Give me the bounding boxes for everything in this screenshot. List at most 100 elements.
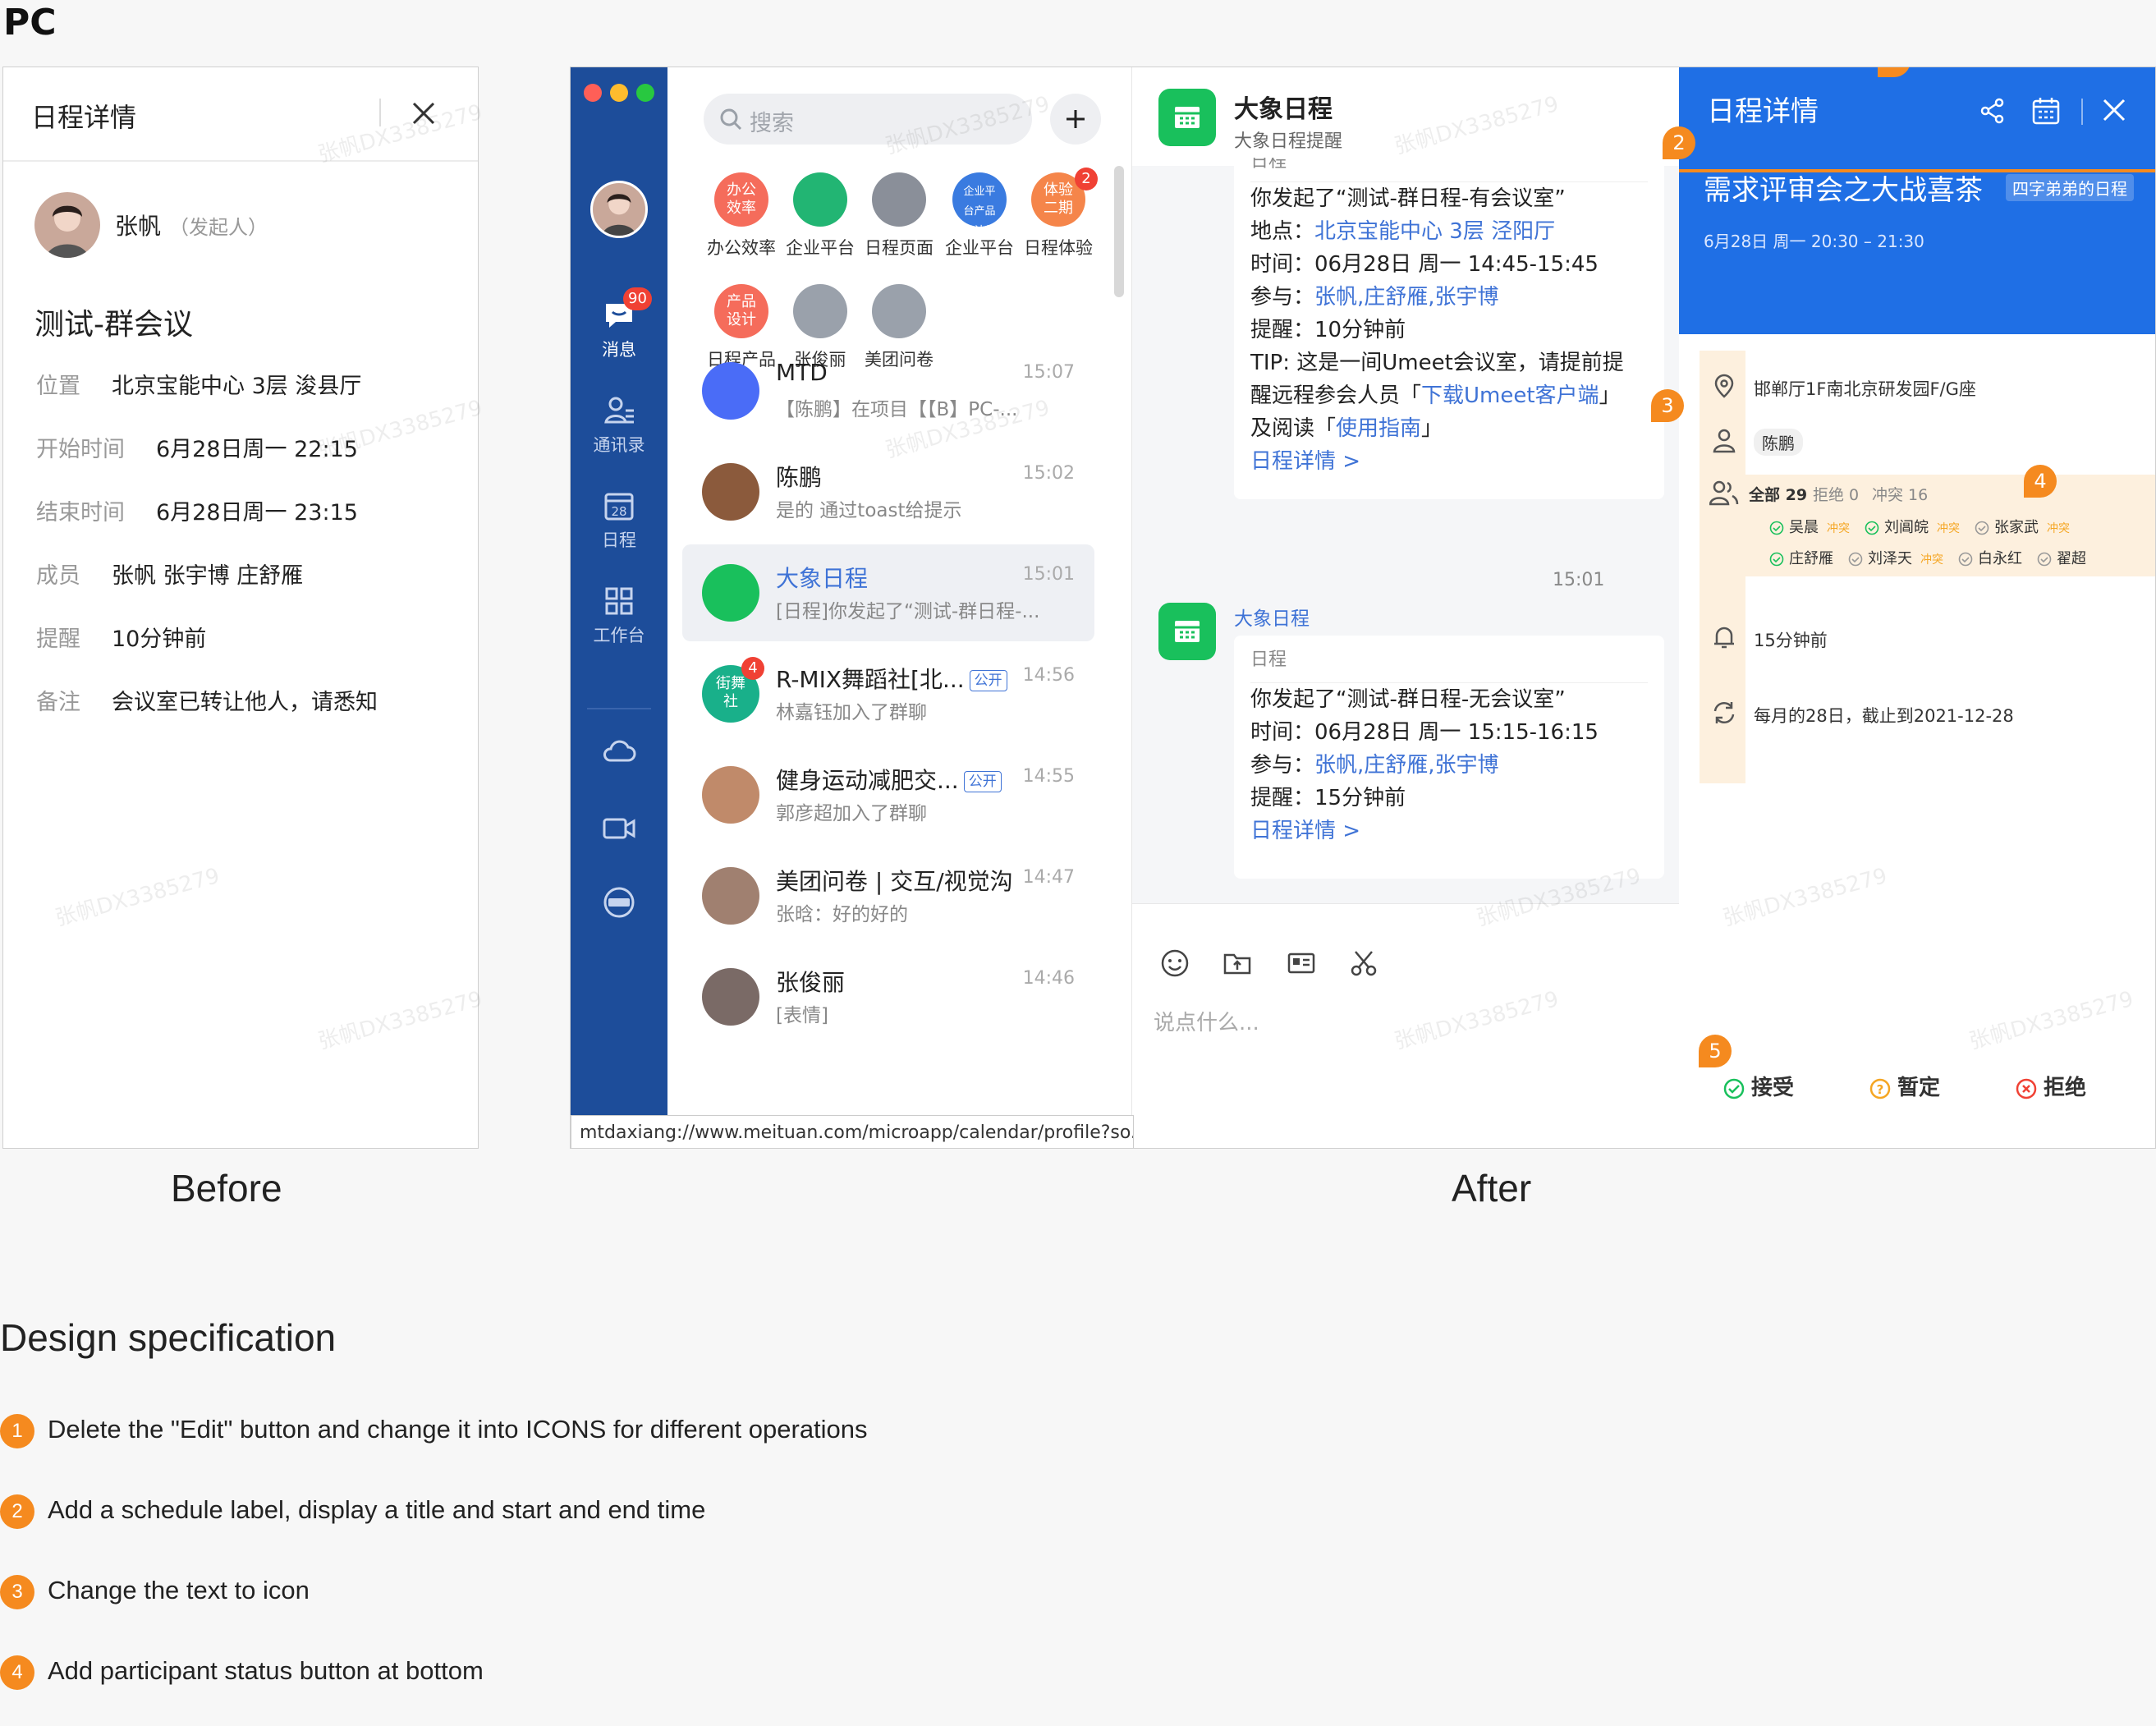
attendees-link[interactable]: 张帆,庄舒雁,张宇博 [1314, 285, 1499, 310]
chat-item[interactable]: 美团问卷 | 交互/视觉沟... 张晗：好的好的 14:47 [682, 847, 1094, 944]
organizer-row: 陈鹏 [1700, 427, 2155, 468]
app-icon[interactable] [793, 172, 847, 227]
chat-item[interactable]: 陈鹏 是的 通过toast给提示 15:02 [682, 443, 1094, 540]
app-label[interactable]: 企业平台 [938, 235, 1021, 259]
chat-avatar [702, 362, 759, 420]
guide-link[interactable]: 使用指南 [1336, 416, 1421, 441]
participant-list-row: 庄舒雁 刘泽天 冲突 白永红 翟超 [1769, 547, 2101, 568]
chat-item[interactable]: 大象日程 [日程]你发起了“测试-群日程-... 15:01 [682, 544, 1094, 641]
participant-chip[interactable]: 白永红 [1958, 547, 2022, 568]
count-all[interactable]: 全部 29 [1749, 483, 1807, 505]
chat-time: 15:02 [1022, 463, 1075, 484]
vpn-icon[interactable] [602, 885, 636, 920]
organizer-name: 张帆 [115, 213, 162, 240]
organizer-chip[interactable]: 陈鹏 [1754, 429, 1803, 456]
attendees-label: 参与： [1250, 753, 1315, 778]
location-link[interactable]: 北京宝能中心 3层 泾阳厅 [1314, 219, 1555, 244]
chat-preview: [表情] [776, 1005, 828, 1026]
app-label[interactable]: 日程体验 [1017, 235, 1099, 259]
rail-item-contacts[interactable]: 通讯录 [571, 394, 667, 457]
chat-name-text: 美团问卷 | 交互/视觉沟... [776, 868, 1014, 895]
search-icon [720, 108, 742, 131]
emoji-icon[interactable] [1160, 948, 1190, 978]
chat-avatar [702, 564, 759, 622]
app-icon[interactable] [872, 284, 926, 338]
decline-button[interactable]: 拒绝 [2016, 1071, 2086, 1101]
participant-chip[interactable]: 刘泽天 冲突 [1848, 547, 1943, 568]
status-url: mtdaxiang://www.meituan.com/microapp/cal… [571, 1115, 1134, 1148]
search-input[interactable]: 搜索 [704, 94, 1032, 145]
share-icon[interactable] [1979, 97, 2007, 125]
card-line: 时间：06月28日 周一 14:45-15:45 [1250, 252, 1599, 277]
count-conflict[interactable]: 冲突 16 [1872, 483, 1928, 505]
participant-chip[interactable]: 吴晨 冲突 [1769, 516, 1850, 537]
app-icon[interactable]: 产品 设计 [714, 284, 768, 338]
download-link[interactable]: 下载Umeet客户端 [1421, 383, 1599, 408]
chat-item[interactable]: 张俊丽 [表情] 14:46 [682, 948, 1094, 1045]
participant-chip[interactable]: 刘阊皖 冲突 [1865, 516, 1960, 537]
close-window-dot[interactable] [584, 84, 602, 102]
participant-chip[interactable]: 张家武 冲突 [1975, 516, 2070, 537]
spec-item: 1 Delete the "Edit" button and change it … [0, 1414, 868, 1448]
row-label: 结束时间 [36, 500, 125, 526]
app-label[interactable]: 办公效率 [700, 235, 782, 259]
organizer-role: （发起人） [169, 216, 268, 239]
scissors-icon[interactable] [1349, 948, 1378, 978]
app-icon[interactable]: 办公 效率 [714, 172, 768, 227]
rail-item-calendar[interactable]: 28 日程 [571, 489, 667, 552]
zoom-window-dot[interactable] [636, 84, 654, 102]
video-icon[interactable] [602, 811, 636, 846]
scrollbar[interactable] [1114, 166, 1124, 297]
chat-time: 14:46 [1022, 968, 1075, 989]
chat-time: 14:47 [1022, 867, 1075, 888]
row-label: 备注 [36, 690, 80, 715]
annotation-marker: 4 [2024, 465, 2057, 498]
location-text: 邯郸厅1F南北京研发园F/G座 [1754, 379, 1976, 399]
tentative-button[interactable]: ? 暂定 [1869, 1071, 1940, 1101]
cloud-icon[interactable] [602, 734, 636, 769]
app-icon[interactable]: 企业平 台产品 设计组 [952, 172, 1007, 237]
card-icon[interactable] [1287, 948, 1316, 978]
schedule-detail-link[interactable]: 日程详情 > [1250, 445, 1648, 478]
close-icon[interactable] [407, 97, 440, 130]
folder-icon[interactable] [1222, 948, 1252, 978]
app-label[interactable]: 日程页面 [858, 235, 940, 259]
watermark: 张帆DX3385279 [315, 986, 485, 1055]
chat-name: 陈鹏 [776, 460, 1014, 493]
chat-item[interactable]: 街舞 社 4 R-MIX舞蹈社[北... 公开 林嘉钰加入了群聊 14:56 [682, 645, 1094, 742]
chat-item[interactable]: 健身运动减肥交... 公开 郭彦超加入了群聊 14:55 [682, 746, 1094, 843]
participant-name: 张家武 [1994, 519, 2039, 536]
add-button[interactable] [1050, 94, 1101, 145]
rail-item-workbench[interactable]: 工作台 [571, 585, 667, 647]
app-label[interactable]: 企业平台 [779, 235, 861, 259]
count-reject[interactable]: 拒绝 0 [1813, 483, 1859, 505]
detail-row: 开始时间 6月28日周一 22:15 [36, 431, 358, 463]
calendar-icon[interactable] [2030, 95, 2062, 126]
participant-chip[interactable]: 庄舒雁 [1769, 547, 1833, 568]
app-icon[interactable] [793, 284, 847, 338]
chat-time: 15:01 [1022, 564, 1075, 585]
schedule-card: 日程 你发起了“测试-群日程-无会议室” 时间：06月28日 周一 15:15-… [1234, 636, 1664, 879]
search-placeholder: 搜索 [750, 111, 794, 136]
minimize-window-dot[interactable] [610, 84, 628, 102]
nav-rail: 消息 90 通讯录 28 日程 工作台 [571, 67, 667, 1148]
close-icon[interactable] [2099, 95, 2129, 125]
schedule-detail-panel: 日程详情 需求评审会之大战喜茶 四字弟弟的日程 6月28日 周一 20:30 –… [1679, 67, 2155, 1148]
message-input[interactable]: 说点什么... [1154, 1006, 1259, 1036]
spec-text: Add participant status button at bottom [48, 1656, 484, 1686]
chat-item[interactable]: MTD 【陈鹏】在项目【【B】PC-... 15:07 [682, 342, 1094, 439]
accept-button[interactable]: 接受 [1723, 1071, 1794, 1101]
spec-text: Add a schedule label, display a title an… [48, 1495, 706, 1525]
schedule-detail-link[interactable]: 日程详情 > [1250, 815, 1648, 847]
app-icon[interactable] [872, 172, 926, 227]
conflict-tag: 冲突 [1827, 522, 1850, 535]
rail-item-messages[interactable]: 消息 90 [571, 287, 667, 361]
chat-name-text: 健身运动减肥交... [776, 767, 959, 794]
participant-chip[interactable]: 翟超 [2037, 547, 2086, 568]
before-detail-panel: 日程详情 张帆 （发起人） 测试-群会议 位置 北京宝能中心 3层 浚县厅 开始时间… [2, 67, 485, 1149]
schedule-card: 日程 你发起了“测试-群日程-有会议室” 地点：北京宝能中心 3层 泾阳厅 时间… [1234, 149, 1664, 499]
attendees-link[interactable]: 张帆,庄舒雁,张宇博 [1314, 753, 1499, 778]
app-icon-text: 企业平 台产品 设计组 [963, 186, 996, 237]
status-icon [1865, 521, 1879, 535]
user-avatar[interactable] [590, 181, 648, 238]
